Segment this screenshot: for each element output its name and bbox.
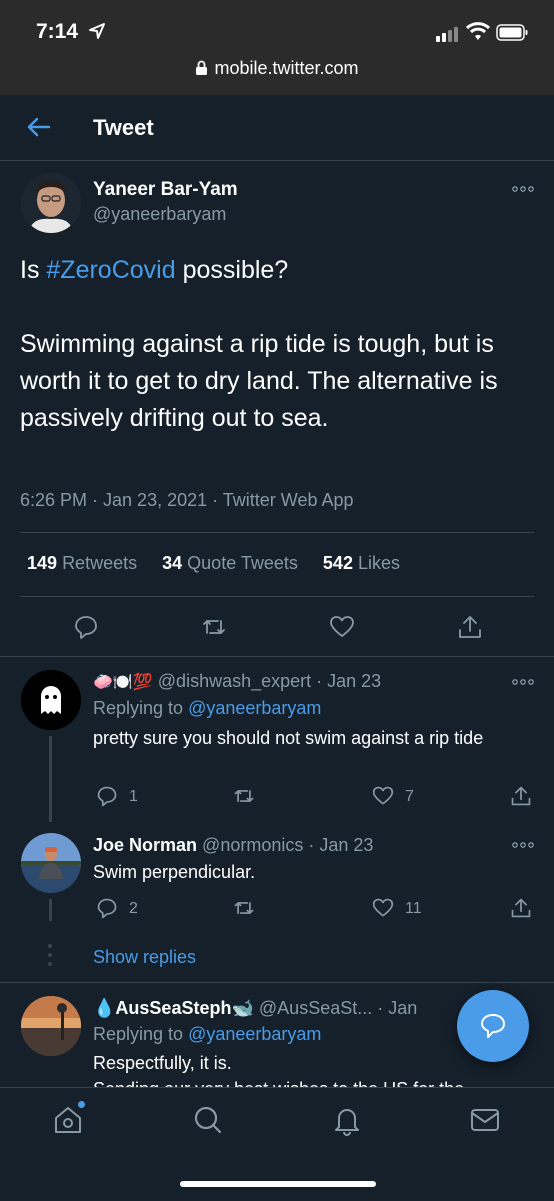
reply-bubble-icon [481, 1014, 505, 1038]
replying-to-link[interactable]: @yaneerbaryam [188, 1024, 321, 1044]
hashtag-link[interactable]: #ZeroCovid [46, 256, 175, 284]
compose-reply-button[interactable] [457, 990, 529, 1062]
thread-line [49, 899, 52, 921]
messages-envelope-icon[interactable] [469, 1104, 501, 1136]
replying-to: Replying to @yaneerbaryam [93, 1024, 321, 1045]
search-icon[interactable] [192, 1104, 224, 1136]
reply-count: 2 [129, 900, 138, 917]
tweet-text-suffix: possible? [175, 256, 289, 284]
thread-dots [48, 944, 52, 972]
url-text: mobile.twitter.com [214, 58, 359, 78]
reply-handle[interactable]: @dishwash_expert [158, 671, 311, 691]
replying-to-link[interactable]: @yaneerbaryam [188, 698, 321, 718]
reply-avatar[interactable] [21, 996, 81, 1056]
retweet-icon[interactable] [233, 897, 255, 919]
reply-icon[interactable] [96, 897, 118, 919]
reply-display-name[interactable]: 🧼🍽️💯 [93, 674, 153, 691]
retweets-stat[interactable]: 149 Retweets [27, 553, 137, 573]
reply-display-name[interactable]: Joe Norman [93, 835, 197, 855]
show-replies-link[interactable]: Show replies [93, 947, 196, 968]
divider [20, 596, 534, 597]
retweet-icon[interactable] [201, 614, 227, 640]
like-icon[interactable] [329, 614, 355, 640]
like-count: 7 [405, 788, 414, 805]
like-icon[interactable] [372, 785, 394, 807]
status-bar [0, 0, 554, 95]
reply-header: Joe Norman @normonics · Jan 23 [93, 835, 373, 856]
replying-to: Replying to @yaneerbaryam [93, 698, 321, 719]
reply-handle[interactable]: @AusSeaSt... [259, 998, 372, 1018]
quote-tweets-stat[interactable]: 34 Quote Tweets [162, 553, 298, 573]
whale-icon: 🐋 [231, 998, 254, 1018]
status-time: 7:14 [36, 20, 79, 43]
reply-date: · Jan [372, 998, 418, 1018]
reply-avatar[interactable] [21, 670, 81, 730]
reply-handle[interactable]: @normonics [202, 835, 303, 855]
reply-text: Respectfully, it is. [93, 1053, 232, 1073]
page-header [0, 95, 554, 161]
reply-header: 🧼🍽️💯 @dishwash_expert · Jan 23 [93, 671, 381, 692]
home-indicator[interactable] [180, 1181, 376, 1187]
location-arrow-icon [89, 23, 105, 39]
divider [0, 982, 554, 983]
reply-date: · Jan 23 [311, 671, 382, 691]
reply-display-name[interactable]: AusSeaSteph [115, 998, 231, 1018]
cellular-signal-icon [436, 26, 462, 42]
author-avatar[interactable] [21, 173, 81, 233]
reply-icon[interactable] [73, 614, 99, 640]
reply-count: 1 [129, 788, 138, 805]
likes-stat[interactable]: 542 Likes [323, 553, 400, 573]
reply-text: Swim perpendicular. [93, 862, 256, 882]
wifi-icon [466, 22, 490, 40]
divider [0, 656, 554, 657]
tweet-meta: 6:26 PM · Jan 23, 2021 · Twitter Web App [20, 490, 354, 510]
share-icon[interactable] [510, 897, 532, 919]
reply-icon[interactable] [96, 785, 118, 807]
thread-line [49, 736, 52, 822]
share-icon[interactable] [457, 614, 483, 640]
reply-text: pretty sure you should not swim against … [93, 728, 484, 748]
back-arrow-icon[interactable] [26, 114, 52, 140]
like-icon[interactable] [372, 897, 394, 919]
page-title: Tweet [93, 115, 154, 140]
tweet-stats: 149 Retweets 34 Quote Tweets 542 Likes [27, 553, 400, 574]
reply-date: · Jan 23 [303, 835, 374, 855]
home-icon[interactable] [52, 1104, 84, 1136]
notification-dot [78, 1101, 85, 1108]
more-options-icon[interactable] [512, 679, 534, 685]
replying-label: Replying to [93, 698, 189, 718]
water-drop-icon: 💧 [93, 998, 116, 1018]
more-options-icon[interactable] [512, 842, 534, 848]
tweet-first-line: Is #ZeroCovid possible? [20, 252, 530, 289]
more-options-icon[interactable] [512, 186, 534, 192]
retweet-icon[interactable] [233, 785, 255, 807]
battery-icon [496, 24, 528, 41]
author-handle[interactable]: @yaneerbaryam [93, 204, 226, 225]
reply-avatar[interactable] [21, 833, 81, 893]
tweet-text-prefix: Is [20, 256, 47, 284]
like-count: 11 [405, 900, 422, 917]
divider [20, 532, 534, 533]
tweet-text: Is #ZeroCovid possible? Swimming against… [20, 252, 530, 437]
replying-label: Replying to [93, 1024, 189, 1044]
share-icon[interactable] [510, 785, 532, 807]
lock-icon [196, 60, 208, 75]
author-name[interactable]: Yaneer Bar-Yam [93, 179, 238, 201]
tweet-body: Swimming against a rip tide is tough, bu… [20, 330, 498, 432]
reply-header: 💧AusSeaSteph🐋 @AusSeaSt... · Jan [93, 998, 417, 1019]
url-bar[interactable]: mobile.twitter.com [0, 58, 554, 79]
reply-text-continued: Sending our very best wishes to the US f… [93, 1076, 533, 1087]
notifications-bell-icon[interactable] [331, 1104, 363, 1136]
